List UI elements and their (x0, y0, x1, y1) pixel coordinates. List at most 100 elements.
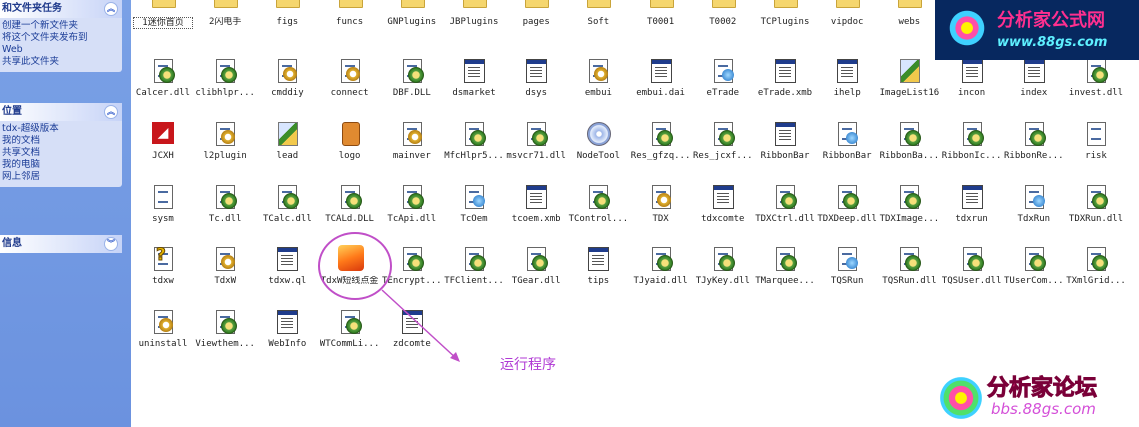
task-link[interactable]: 我的文档 (2, 135, 122, 147)
file-item[interactable]: ImageList16 (879, 57, 939, 98)
file-item[interactable]: ihelp (817, 57, 877, 98)
task-panel-header[interactable]: 和文件夹任务 ︽ (0, 0, 122, 18)
task-panel-header[interactable]: 信息 ︾ (0, 235, 122, 253)
file-item[interactable]: dsmarket (444, 57, 504, 98)
file-item[interactable]: RibbonRe... (1004, 120, 1064, 161)
file-item[interactable]: eTrade.xmb (755, 57, 815, 98)
dll-icon (1083, 245, 1109, 275)
task-link[interactable]: 创建一个新文件夹 (2, 20, 122, 32)
file-item[interactable]: tdxcomte (693, 183, 753, 224)
file-item[interactable]: TDXCtrl.dll (755, 183, 815, 224)
file-item[interactable]: RibbonBar (755, 120, 815, 161)
task-link[interactable]: 我的电脑 (2, 159, 122, 171)
file-item[interactable]: TJyaid.dll (631, 245, 691, 286)
file-item[interactable]: 2闪电手 (195, 0, 255, 27)
file-item[interactable]: logo (320, 120, 380, 161)
file-item[interactable]: RibbonBar (817, 120, 877, 161)
file-item[interactable]: TXmlGrid... (1066, 245, 1126, 286)
file-item[interactable]: TDXImage... (879, 183, 939, 224)
file-item[interactable]: connect (320, 57, 380, 98)
file-item[interactable]: TQSUser.dll (942, 245, 1002, 286)
file-item[interactable]: ? tdxw (133, 245, 193, 287)
file-name: incon (958, 88, 986, 98)
file-item[interactable]: l2plugin (195, 120, 255, 161)
file-item[interactable]: TdxRun (1004, 183, 1064, 224)
file-item[interactable]: TMarquee... (755, 245, 815, 286)
file-item[interactable]: MfcHlpr5... (444, 120, 504, 161)
file-item[interactable]: risk (1066, 120, 1126, 161)
file-item[interactable]: ◢ JCXH (133, 120, 193, 161)
file-item[interactable]: TdxW (195, 245, 255, 286)
file-item[interactable]: TDXDeep.dll (817, 183, 877, 224)
file-item[interactable]: 1迷你首页 (133, 0, 193, 29)
file-item[interactable]: Soft (568, 0, 628, 27)
file-item[interactable]: Tc.dll (195, 183, 255, 224)
file-item[interactable]: WTCommLi... (320, 308, 380, 349)
file-item[interactable]: embui (568, 57, 628, 98)
file-item[interactable]: Res_jcxf... (693, 120, 753, 161)
file-item[interactable]: dsys (506, 57, 566, 98)
file-item[interactable]: TCalc.dll (257, 183, 317, 224)
file-item[interactable]: DBF.DLL (382, 57, 442, 98)
file-item[interactable]: RibbonIc... (942, 120, 1002, 161)
file-item[interactable]: tdxw.ql (257, 245, 317, 286)
file-item[interactable]: lead (257, 120, 317, 161)
collapse-icon[interactable]: ︽ (104, 2, 118, 16)
file-item[interactable]: pages (506, 0, 566, 27)
expand-icon[interactable]: ︾ (104, 237, 118, 251)
file-item[interactable]: Calcer.dll (133, 57, 193, 98)
file-item[interactable]: tcoem.xmb (506, 183, 566, 224)
file-item[interactable]: tips (568, 245, 628, 286)
file-item[interactable]: index (1004, 57, 1064, 98)
file-item[interactable]: funcs (320, 0, 380, 27)
file-item[interactable]: TFClient... (444, 245, 504, 286)
dll-icon (337, 308, 363, 338)
file-item[interactable]: Res_gfzq... (631, 120, 691, 161)
file-item[interactable]: invest.dll (1066, 57, 1126, 98)
file-item[interactable]: TQSRun (817, 245, 877, 286)
file-item[interactable]: TControl... (568, 183, 628, 224)
file-item[interactable]: figs (257, 0, 317, 27)
file-item[interactable]: TQSRun.dll (879, 245, 939, 286)
file-item[interactable]: msvcr71.dll (506, 120, 566, 161)
file-item[interactable]: RibbonBa... (879, 120, 939, 161)
file-item[interactable]: WebInfo (257, 308, 317, 349)
file-item[interactable]: TJyKey.dll (693, 245, 753, 286)
file-item[interactable]: embui.dai (631, 57, 691, 98)
file-item[interactable]: Viewthem... (195, 308, 255, 349)
collapse-icon[interactable]: ︽ (104, 105, 118, 119)
task-link[interactable]: 共享文档 (2, 147, 122, 159)
file-item[interactable]: clibhlpr... (195, 57, 255, 98)
file-item[interactable]: vipdoc (817, 0, 877, 27)
file-item[interactable]: NodeTool (568, 120, 628, 161)
file-item[interactable]: T0002 (693, 0, 753, 27)
file-item[interactable]: eTrade (693, 57, 753, 98)
file-item[interactable]: incon (942, 57, 1002, 98)
file-item[interactable]: JBPlugins (444, 0, 504, 27)
task-link[interactable]: tdx-超级版本 (2, 123, 122, 135)
file-item[interactable]: GNPlugins (382, 0, 442, 27)
file-item[interactable]: TDXRun.dll (1066, 183, 1126, 224)
task-link[interactable]: 共享此文件夹 (2, 56, 122, 68)
file-item[interactable]: mainver (382, 120, 442, 161)
file-item[interactable]: uninstall (133, 308, 193, 349)
file-item[interactable]: tdxrun (942, 183, 1002, 224)
task-panel-header[interactable]: 位置 ︽ (0, 103, 122, 121)
file-item[interactable]: TGear.dll (506, 245, 566, 286)
task-link[interactable]: Web (2, 44, 122, 56)
file-item[interactable]: TDX (631, 183, 691, 224)
file-item[interactable]: TcApi.dll (382, 183, 442, 224)
file-name: 2闪电手 (208, 17, 242, 27)
file-item[interactable]: TCALd.DLL (320, 183, 380, 224)
file-item[interactable]: TCPlugins (755, 0, 815, 27)
file-item[interactable]: cmddiy (257, 57, 317, 98)
file-item[interactable]: TUserCom... (1004, 245, 1064, 286)
file-name: TQSUser.dll (941, 276, 1002, 286)
task-link[interactable]: 网上邻居 (2, 171, 122, 183)
task-link[interactable]: 将这个文件夹发布到 (2, 32, 122, 44)
file-item[interactable]: sysm (133, 183, 193, 224)
file-item[interactable]: T0001 (631, 0, 691, 27)
explorer-sidebar: 和文件夹任务 ︽ 创建一个新文件夹 将这个文件夹发布到 Web 共享此文件夹位置 ︽ tdx-… (0, 0, 131, 427)
file-item[interactable]: webs (879, 0, 939, 27)
file-item[interactable]: TcOem (444, 183, 504, 224)
